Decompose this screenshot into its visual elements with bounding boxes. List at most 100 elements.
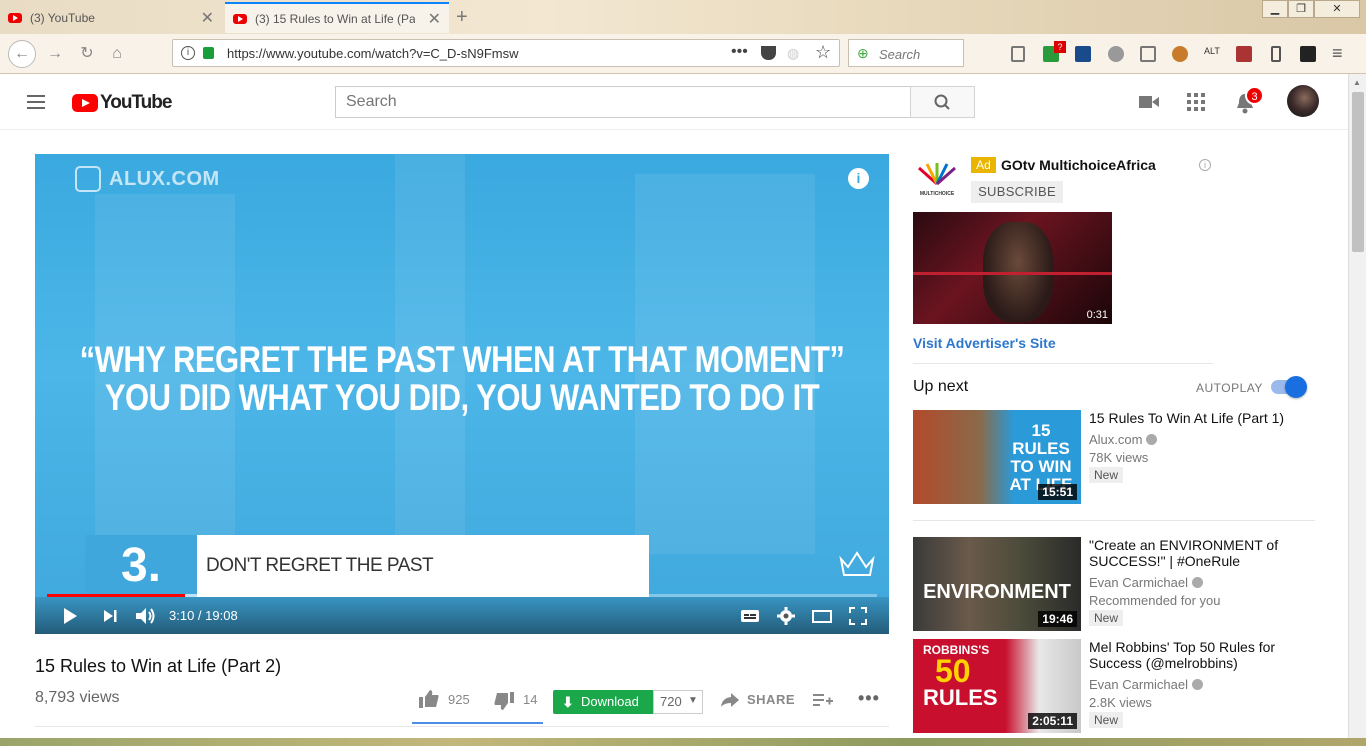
video-thumbnail[interactable]: ENVIRONMENT 19:46 [913, 537, 1081, 631]
list-item[interactable]: 15 RULES TO WIN AT LIFE 15:51 15 Rules T… [913, 410, 1333, 506]
ad-video-thumbnail[interactable]: 0:31 [913, 212, 1112, 324]
divider [913, 363, 1213, 364]
thumbnail-text: ENVIRONMENT [923, 581, 1071, 603]
list-item[interactable]: ENVIRONMENT 19:46 "Create an ENVIRONMENT… [913, 537, 1333, 633]
volume-icon[interactable] [133, 605, 155, 627]
list-item[interactable]: ROBBINS'S 50 RULES 2:05:11 Mel Robbins' … [913, 639, 1333, 735]
video-thumbnail[interactable]: 15 RULES TO WIN AT LIFE 15:51 [913, 410, 1081, 504]
next-icon[interactable] [99, 605, 121, 627]
share-label[interactable]: SHARE [747, 692, 795, 707]
scrollbar-thumb[interactable] [1352, 92, 1364, 252]
browser-tab-video[interactable]: (3) 15 Rules to Win at Life (Part ✕ [225, 2, 449, 33]
quality-select[interactable]: 720 ▼ [653, 690, 703, 714]
youtube-logo-icon[interactable] [72, 94, 98, 112]
apps-grid-icon[interactable] [1187, 93, 1205, 111]
visit-advertiser-link[interactable]: Visit Advertiser's Site [913, 335, 1056, 351]
pocket-icon[interactable] [761, 46, 776, 60]
theater-mode-icon[interactable] [811, 605, 833, 627]
youtube-logo-text[interactable]: YouTube [100, 92, 172, 114]
url-text: https://www.youtube.com/watch?v=C_D-sN9F… [227, 46, 519, 61]
divider [913, 520, 1315, 521]
reader-icon[interactable]: ◍ [787, 45, 799, 62]
library-icon[interactable] [1011, 46, 1025, 62]
advertiser-logo-text: MULTICHOICE [919, 191, 955, 197]
ad-info-icon[interactable]: i [1199, 159, 1211, 171]
close-tab-icon[interactable]: ✕ [201, 8, 214, 28]
scroll-up-icon[interactable]: ▲ [1353, 78, 1361, 87]
more-actions-icon[interactable]: ••• [858, 688, 880, 709]
share-icon[interactable] [721, 692, 739, 708]
download-button[interactable]: ⬇ Download [553, 690, 653, 714]
chart-extension-icon[interactable] [1075, 46, 1091, 62]
guide-menu-icon[interactable] [27, 95, 45, 109]
info-icon[interactable]: i [181, 46, 195, 60]
alux-watermark: ALUX.COM [75, 166, 220, 192]
video-duration: 19:46 [1038, 611, 1077, 627]
video-title[interactable]: 15 Rules To Win At Life (Part 1) [1089, 410, 1305, 426]
close-window-icon[interactable]: ✕ [1314, 0, 1360, 18]
forward-icon[interactable]: → [44, 43, 66, 65]
subscribe-button[interactable]: SUBSCRIBE [971, 181, 1063, 203]
dislike-count: 14 [523, 692, 538, 707]
monkey-extension-icon[interactable] [1172, 46, 1188, 62]
avatar[interactable] [1287, 85, 1319, 117]
mobile-icon[interactable] [1271, 46, 1281, 62]
play-icon[interactable] [59, 605, 81, 627]
browser-tab-youtube[interactable]: (3) YouTube ✕ [0, 2, 222, 33]
video-player[interactable]: ALUX.COM i “WHY REGRET THE PAST WHEN AT … [35, 154, 889, 634]
video-duration: 2:05:11 [1028, 713, 1077, 729]
sun-extension-icon[interactable] [1236, 46, 1252, 62]
settings-gear-icon[interactable] [775, 605, 797, 627]
ad-badge: Ad [971, 157, 996, 173]
alt-text-icon[interactable]: ALT [1204, 46, 1220, 62]
back-icon[interactable]: ← [8, 40, 36, 68]
new-badge: New [1089, 610, 1124, 626]
divider [35, 726, 889, 727]
advertiser-logo[interactable]: MULTICHOICE [913, 162, 961, 197]
close-tab-icon[interactable]: ✕ [428, 9, 441, 29]
crown-logo-icon [75, 166, 101, 192]
browser-tab-strip: (3) YouTube ✕ (3) 15 Rules to Win at Lif… [0, 0, 1366, 34]
page-scrollbar[interactable]: ▲ [1348, 74, 1366, 746]
video-title[interactable]: "Create an ENVIRONMENT of SUCCESS!" | #O… [1089, 537, 1305, 569]
page-actions-icon[interactable]: ••• [731, 43, 748, 61]
dislike-icon[interactable] [494, 692, 514, 710]
new-tab-icon[interactable]: + [456, 6, 468, 29]
autoplay-toggle-knob[interactable] [1285, 376, 1307, 398]
notification-count-badge: 3 [1245, 86, 1264, 105]
url-bar[interactable]: i https://www.youtube.com/watch?v=C_D-sN… [172, 39, 840, 67]
menu-icon[interactable]: ≡ [1332, 43, 1343, 64]
new-badge: New [1089, 467, 1124, 483]
autoplay-label: AUTOPLAY [1196, 381, 1263, 395]
search-engine-icon[interactable]: ⊕ [857, 45, 869, 62]
minimize-window-icon[interactable]: ▁ [1262, 0, 1288, 18]
video-title: 15 Rules to Win at Life (Part 2) [35, 656, 282, 676]
bookmark-star-icon[interactable]: ☆ [815, 42, 831, 63]
browser-search-bar[interactable]: ⊕ Search [848, 39, 964, 67]
fullscreen-icon[interactable] [847, 605, 869, 627]
search-input[interactable] [335, 86, 911, 118]
video-meta: 78K views [1089, 450, 1149, 465]
home-icon[interactable]: ⌂ [106, 43, 128, 65]
sidebar-icon[interactable] [1140, 46, 1156, 62]
profile-extension-icon[interactable] [1108, 46, 1124, 62]
like-icon[interactable] [419, 690, 439, 708]
add-to-playlist-icon[interactable] [813, 692, 833, 708]
video-title[interactable]: Mel Robbins' Top 50 Rules for Success (@… [1089, 639, 1305, 671]
upload-video-icon[interactable] [1139, 94, 1159, 110]
subtitles-icon[interactable] [739, 605, 761, 627]
search-button[interactable] [910, 86, 975, 118]
info-card-icon[interactable]: i [848, 168, 869, 189]
crown-watermark-icon [839, 551, 875, 576]
youtube-header: YouTube 3 [0, 74, 1348, 130]
watermark-text: ALUX.COM [109, 167, 220, 190]
sentiment-bar [412, 722, 543, 724]
reload-icon[interactable]: ↻ [76, 43, 98, 65]
verified-icon [1192, 577, 1203, 588]
screenshot-extension-icon[interactable] [1300, 46, 1316, 62]
advertiser-name[interactable]: GOtv MultichoiceAfrica [1001, 157, 1156, 173]
quote-line-2: YOU DID WHAT YOU DID, YOU WANTED TO DO I… [104, 376, 820, 419]
quality-value: 720 [660, 694, 682, 709]
video-thumbnail[interactable]: ROBBINS'S 50 RULES 2:05:11 [913, 639, 1081, 733]
restore-window-icon[interactable]: ❐ [1288, 0, 1314, 18]
